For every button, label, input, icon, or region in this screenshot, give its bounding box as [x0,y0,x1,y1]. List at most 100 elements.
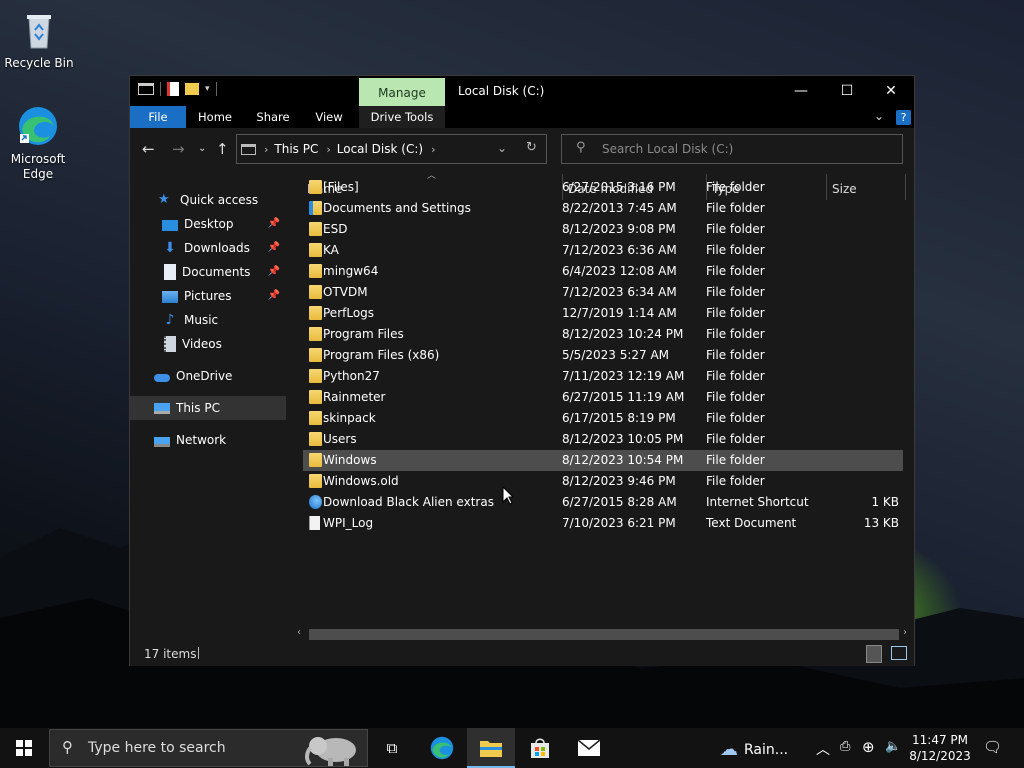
chevron-right-icon[interactable]: › [264,143,268,156]
tab-view[interactable]: View [306,106,352,128]
sidebar-item-pictures[interactable]: Pictures 📌 [130,284,286,308]
drive-icon[interactable] [138,83,154,95]
clock-date: 8/12/2023 [909,749,971,763]
sidebar-item-this-pc[interactable]: This PC [130,396,286,420]
scroll-left-icon[interactable]: ‹ [297,627,301,638]
weather-widget[interactable]: ☁ Rain... [720,739,788,760]
cell-date-modified: 8/12/2023 10:24 PM [562,327,684,341]
chevron-up-icon[interactable]: ︿ [816,739,830,759]
scroll-right-icon[interactable]: › [903,627,907,638]
tab-share[interactable]: Share [248,106,298,128]
back-arrow-icon[interactable]: ← [142,140,155,158]
scrollbar-thumb[interactable] [309,629,899,640]
tab-drive-tools[interactable]: Drive Tools [359,106,445,128]
table-row[interactable]: Rainmeter 6/27/2015 11:19 AM File folder [303,387,903,408]
details-view-icon[interactable] [866,645,882,663]
table-row[interactable]: Download Black Alien extras 6/27/2015 8:2… [303,492,903,513]
address-dropdown-icon[interactable]: ⌄ [497,141,507,155]
chevron-right-icon[interactable]: › [326,143,330,156]
cell-name: ESD [323,222,348,236]
breadcrumb-local-disk[interactable]: Local Disk (C:) [337,142,423,156]
cell-name: Windows [323,453,377,467]
refresh-icon[interactable]: ↻ [526,140,537,155]
search-input[interactable] [602,142,892,156]
sidebar-item-quick-access[interactable]: ★ Quick access [130,188,286,212]
table-row[interactable]: skinpack 6/17/2015 8:19 PM File folder [303,408,903,429]
table-row[interactable]: mingw64 6/4/2023 12:08 AM File folder [303,261,903,282]
new-folder-icon[interactable] [185,83,199,95]
properties-icon[interactable] [167,82,179,96]
store-bag-icon [531,738,549,758]
sidebar-item-documents[interactable]: Documents 📌 [130,260,286,284]
sidebar-item-onedrive[interactable]: OneDrive [130,364,286,388]
table-row[interactable]: [Files] 6/27/2015 3:16 PM File folder [303,177,903,198]
close-button[interactable]: ✕ [868,76,914,106]
taskbar-store-button[interactable] [516,728,564,768]
cell-name: Windows.old [323,474,399,488]
sidebar-item-desktop[interactable]: Desktop 📌 [130,212,286,236]
tab-home[interactable]: Home [190,106,240,128]
desktop-icon-recycle-bin[interactable]: Recycle Bin [1,8,77,70]
recent-locations-chevron-icon[interactable]: ⌄ [198,143,206,154]
taskbar: ⚲ Type here to search ⧉ ☁ Rain... ︿ ⎙ ⊕ … [0,728,1024,768]
music-icon: ♪ [165,312,175,328]
sidebar-item-downloads[interactable]: ⬇ Downloads 📌 [130,236,286,260]
taskbar-mail-button[interactable] [565,728,613,768]
help-icon[interactable]: ? [896,110,911,125]
clock-time: 11:47 PM [912,733,968,747]
sidebar-item-network[interactable]: Network [130,428,286,452]
taskbar-edge-button[interactable] [418,728,466,768]
language-icon[interactable]: ⊕ [862,738,875,756]
taskbar-file-explorer-button[interactable] [467,728,515,768]
cell-date-modified: 12/7/2019 1:14 AM [562,306,677,320]
cell-date-modified: 7/12/2023 6:34 AM [562,285,677,299]
volume-muted-icon[interactable]: 🔈 [885,739,901,754]
notification-icon[interactable]: 🗨 [983,738,1002,756]
minimize-button[interactable]: — [778,76,824,106]
sidebar-item-label: Network [176,433,227,447]
table-row[interactable]: PerfLogs 12/7/2019 1:14 AM File folder [303,303,903,324]
taskbar-search-box[interactable]: ⚲ Type here to search [49,729,368,767]
title-bar[interactable]: ▾ Manage Local Disk (C:) — ☐ ✕ [130,76,914,106]
address-bar[interactable]: › This PC › Local Disk (C:) › ⌄ ↻ [236,134,547,164]
sidebar-item-videos[interactable]: Videos [130,332,286,356]
pin-icon[interactable]: 📌 [268,242,280,253]
table-row[interactable]: ESD 8/12/2023 9:08 PM File folder [303,219,903,240]
sidebar-item-music[interactable]: ♪ Music [130,308,286,332]
horizontal-scrollbar[interactable]: ‹ › [295,626,914,642]
cell-size: 1 KB [871,495,899,509]
column-divider[interactable] [905,174,906,200]
table-row[interactable]: WPI_Log 7/10/2023 6:21 PM Text Document 13 … [303,513,903,534]
sidebar-item-label: Videos [182,337,222,351]
table-row[interactable]: Users 8/12/2023 10:05 PM File folder [303,429,903,450]
chevron-down-icon[interactable]: ▾ [205,84,210,94]
large-icons-view-icon[interactable] [891,646,907,660]
forward-arrow-icon[interactable]: → [172,140,185,158]
task-view-button[interactable]: ⧉ [368,728,416,768]
pin-icon[interactable]: 📌 [268,218,280,229]
meet-now-icon[interactable]: ⎙ [840,739,850,754]
table-row[interactable]: Program Files 8/12/2023 10:24 PM File fold… [303,324,903,345]
tab-manage[interactable]: Manage [359,78,445,106]
table-row[interactable]: Windows.old 8/12/2023 9:46 PM File folder [303,471,903,492]
table-row[interactable]: Documents and Settings 8/22/2013 7:45 AM F… [303,198,903,219]
table-row[interactable]: Python27 7/11/2023 12:19 AM File folder [303,366,903,387]
table-row[interactable]: Program Files (x86) 5/5/2023 5:27 AM File … [303,345,903,366]
table-row[interactable]: KA 7/12/2023 6:36 AM File folder [303,240,903,261]
breadcrumb-this-pc[interactable]: This PC [274,142,318,156]
folder-shortcut-icon [309,201,322,215]
table-row[interactable]: Windows 8/12/2023 10:54 PM File folder [303,450,903,471]
table-row[interactable]: OTVDM 7/12/2023 6:34 AM File folder [303,282,903,303]
clock[interactable]: 11:47 PM 8/12/2023 [908,732,972,764]
maximize-button[interactable]: ☐ [824,76,870,106]
search-box[interactable]: ⚲ [561,134,903,164]
chevron-right-icon[interactable]: › [431,143,435,156]
start-button[interactable] [0,728,48,768]
cell-name: skinpack [323,411,376,425]
up-arrow-icon[interactable]: ↑ [216,140,229,158]
desktop-icon-edge[interactable]: Microsoft Edge [0,104,76,182]
chevron-down-icon[interactable]: ⌄ [874,109,884,123]
pin-icon[interactable]: 📌 [268,266,280,277]
pin-icon[interactable]: 📌 [268,290,280,301]
tab-file[interactable]: File [130,106,186,128]
